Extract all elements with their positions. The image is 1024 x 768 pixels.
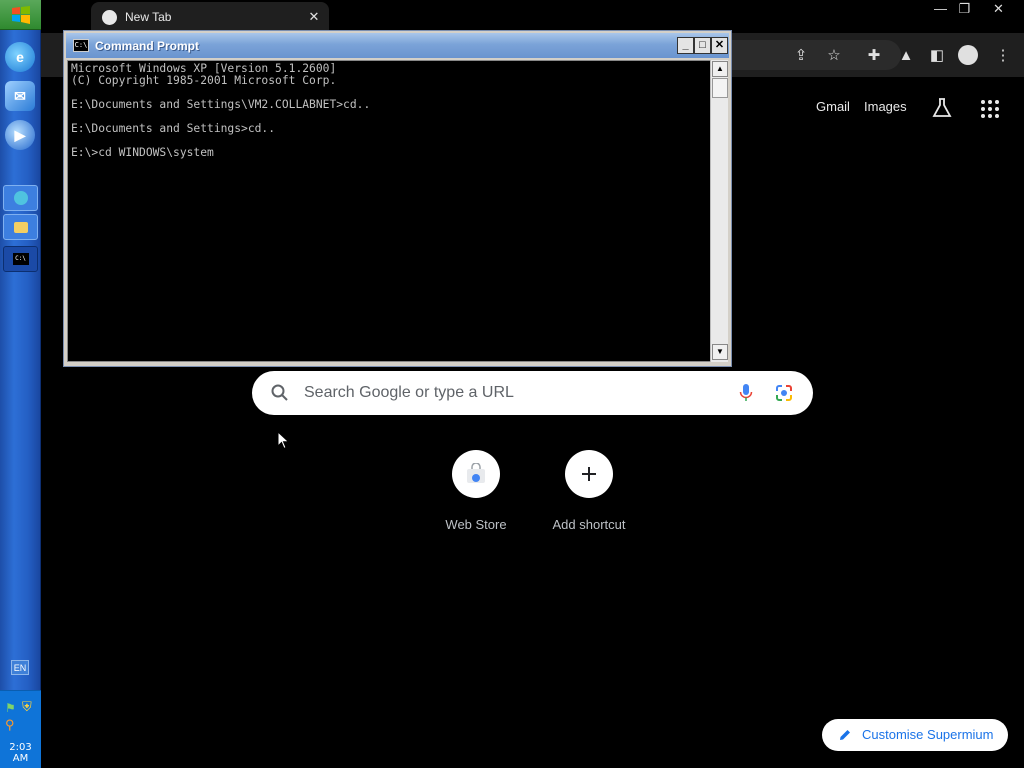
- apps-grid-icon[interactable]: [980, 99, 1000, 124]
- windows-flag-icon: [11, 5, 30, 24]
- plus-icon: [565, 450, 613, 498]
- search-tray-icon[interactable]: ⚲: [5, 717, 15, 733]
- scroll-thumb[interactable]: [712, 78, 728, 98]
- start-button[interactable]: [0, 0, 41, 30]
- cmd-minimize-icon[interactable]: _: [677, 37, 694, 54]
- search-placeholder: Search Google or type a URL: [304, 384, 514, 401]
- taskbar: e ✉ ▶ C:\ EN ⚑ ⛨ ⚲ 2:03 AM: [0, 0, 41, 768]
- command-prompt-window[interactable]: C:\ Command Prompt _ □ ✕ Microsoft Windo…: [63, 30, 732, 367]
- console-line: E:\>cd WINDOWS\system: [71, 146, 214, 159]
- tab-new-tab[interactable]: New Tab ✕: [91, 2, 329, 33]
- console-line: (C) Copyright 1985-2001 Microsoft Corp.: [71, 74, 337, 87]
- shortcut-label: Web Store: [445, 517, 507, 532]
- cmd-close-icon[interactable]: ✕: [711, 37, 728, 54]
- shortcut-add[interactable]: Add shortcut: [533, 450, 645, 532]
- extensions-icon[interactable]: ✚: [864, 45, 884, 65]
- clock[interactable]: 2:03 AM: [0, 742, 41, 764]
- voice-search-icon[interactable]: [739, 383, 753, 403]
- close-window-icon[interactable]: ✕: [985, 0, 1012, 18]
- labs-flask-icon[interactable]: ▲: [896, 45, 916, 65]
- tab-title: New Tab: [125, 10, 172, 24]
- share-icon[interactable]: ⇪: [791, 45, 811, 65]
- tab-strip: New Tab ✕ — ❐ ✕: [41, 0, 1024, 33]
- window-title: Command Prompt: [95, 39, 200, 53]
- media-player-icon[interactable]: ▶: [5, 120, 35, 150]
- console-output[interactable]: Microsoft Windows XP [Version 5.1.2600] …: [67, 60, 711, 362]
- customise-button[interactable]: Customise Supermium: [822, 719, 1008, 751]
- pencil-icon: [840, 730, 850, 740]
- shortcut-label: Add shortcut: [552, 517, 626, 532]
- language-indicator[interactable]: EN: [11, 660, 29, 675]
- search-box[interactable]: Search Google or type a URL: [252, 371, 813, 415]
- scroll-up-icon[interactable]: ▲: [712, 61, 728, 77]
- cmd-scrollbar[interactable]: ▲ ▼: [710, 60, 728, 362]
- cmd-title-bar[interactable]: C:\ Command Prompt _ □ ✕: [66, 33, 729, 58]
- lens-search-icon[interactable]: [774, 383, 794, 403]
- restore-icon[interactable]: ❐: [951, 0, 978, 18]
- desktop: e ✉ ▶ C:\ EN ⚑ ⛨ ⚲ 2:03 AM New Tab ✕ — ❐…: [0, 0, 1024, 768]
- minimize-icon[interactable]: —: [927, 0, 954, 18]
- internet-explorer-icon[interactable]: e: [5, 42, 35, 72]
- outlook-express-icon[interactable]: ✉: [5, 81, 35, 111]
- folder-task-icon[interactable]: [3, 214, 38, 240]
- bookmark-star-icon[interactable]: ☆: [824, 45, 844, 65]
- customise-label: Customise Supermium: [862, 727, 994, 742]
- console-line: E:\Documents and Settings>cd..: [71, 122, 276, 135]
- menu-dots-icon[interactable]: ⋮: [993, 45, 1013, 65]
- browser-task-icon[interactable]: [3, 185, 38, 211]
- mouse-cursor-icon: [277, 431, 290, 450]
- search-labs-icon[interactable]: [931, 97, 953, 124]
- tab-favicon-icon: [102, 10, 117, 25]
- network-icon[interactable]: ⚑: [5, 701, 16, 715]
- console-line: E:\Documents and Settings\VM2.COLLABNET>…: [71, 98, 371, 111]
- profile-avatar-icon[interactable]: [958, 45, 978, 65]
- cmd-maximize-icon[interactable]: □: [694, 37, 711, 54]
- cmd-task-icon[interactable]: C:\: [3, 246, 38, 272]
- tab-close-icon[interactable]: ✕: [305, 8, 323, 26]
- security-shield-icon[interactable]: ⛨: [22, 699, 32, 715]
- cmd-app-icon: C:\: [73, 39, 89, 52]
- shortcut-web-store[interactable]: Web Store: [420, 450, 532, 532]
- scroll-down-icon[interactable]: ▼: [712, 344, 728, 360]
- web-store-icon: [452, 450, 500, 498]
- gmail-link[interactable]: Gmail: [816, 99, 850, 114]
- search-icon: [271, 384, 288, 401]
- images-link[interactable]: Images: [864, 99, 907, 114]
- side-panel-icon[interactable]: ◧: [927, 45, 947, 65]
